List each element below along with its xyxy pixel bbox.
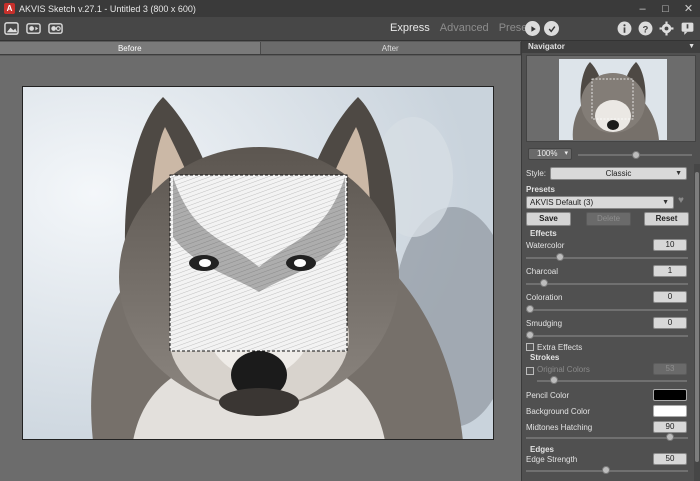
navigator-preview[interactable]	[526, 55, 696, 142]
original-colors-slider[interactable]	[537, 380, 687, 382]
tab-before[interactable]: Before	[0, 42, 261, 54]
watercolor-slider-handle[interactable]	[556, 253, 564, 261]
chevron-down-icon: ▾	[564, 150, 568, 157]
watercolor-label: Watercolor	[526, 241, 565, 250]
view-tabs: Before After	[0, 42, 521, 55]
original-colors-checkbox[interactable]	[526, 367, 534, 375]
app-logo-icon: A	[4, 3, 15, 14]
window-title: AKVIS Sketch v.27.1 - Untitled 3 (800 x …	[19, 3, 196, 14]
watercolor-slider[interactable]	[526, 257, 688, 259]
edge-strength-input[interactable]: 50	[653, 453, 687, 465]
midtones-slider[interactable]	[526, 437, 688, 439]
pencil-color-label: Pencil Color	[526, 391, 570, 400]
tab-after[interactable]: After	[261, 42, 521, 54]
settings-panel: Navigator ▼ 100% ▾ Style: Classic ▼ Pres…	[521, 41, 700, 481]
midtones-label: Midtones Hatching	[526, 423, 593, 432]
close-button[interactable]: ✕	[677, 0, 700, 17]
zoom-value: 100%	[537, 149, 558, 158]
charcoal-slider-handle[interactable]	[540, 279, 548, 287]
smudging-input[interactable]: 0	[653, 317, 687, 329]
save-button[interactable]: Save	[526, 212, 571, 226]
charcoal-label: Charcoal	[526, 267, 559, 276]
pencil-color-swatch[interactable]	[653, 389, 687, 401]
before-after-icon[interactable]	[25, 20, 42, 37]
edge-strength-slider-handle[interactable]	[602, 466, 610, 474]
original-colors-input[interactable]: 53	[653, 363, 687, 375]
navigator-thumbnail	[559, 59, 667, 140]
preset-value: AKVIS Default (3)	[530, 198, 594, 207]
toolbar: Express Advanced Presets ?	[0, 17, 700, 41]
chevron-down-icon: ▼	[662, 199, 669, 206]
delete-button[interactable]: Delete	[586, 212, 631, 226]
original-colors-slider-handle[interactable]	[550, 376, 558, 384]
background-color-label: Background Color	[526, 407, 591, 416]
midtones-input[interactable]: 90	[653, 421, 687, 433]
style-value: Classic	[605, 169, 632, 178]
help-icon[interactable]: ?	[638, 21, 653, 36]
run-button[interactable]	[525, 21, 540, 36]
coloration-label: Coloration	[526, 293, 563, 302]
presets-label: Presets	[526, 185, 555, 194]
extra-effects-checkbox[interactable]	[526, 343, 534, 351]
charcoal-slider[interactable]	[526, 283, 688, 285]
apply-button[interactable]	[544, 21, 559, 36]
chevron-down-icon: ▼	[675, 170, 682, 177]
title-bar: A AKVIS Sketch v.27.1 - Untitled 3 (800 …	[0, 0, 700, 17]
window-controls: – □ ✕	[631, 0, 700, 17]
svg-text:?: ?	[643, 24, 649, 35]
minimize-button[interactable]: –	[631, 0, 654, 17]
tab-express[interactable]: Express	[390, 22, 430, 34]
smudging-label: Smudging	[526, 319, 563, 328]
preset-select[interactable]: AKVIS Default (3) ▼	[526, 196, 674, 209]
smudging-slider-handle[interactable]	[526, 331, 534, 339]
heart-icon[interactable]: ♥	[678, 195, 684, 206]
scrollbar-thumb[interactable]	[695, 172, 699, 462]
midtones-slider-handle[interactable]	[666, 433, 674, 441]
zoom-slider-handle[interactable]	[632, 151, 640, 159]
gear-icon[interactable]	[659, 21, 674, 36]
coloration-slider[interactable]	[526, 309, 688, 311]
strokes-label: Strokes	[530, 353, 560, 362]
effects-label: Effects	[530, 229, 557, 238]
maximize-button[interactable]: □	[654, 0, 677, 17]
style-label: Style:	[526, 169, 547, 178]
open-image-icon[interactable]	[3, 20, 20, 37]
navigator-title: Navigator	[528, 42, 565, 51]
edges-label: Edges	[530, 445, 555, 454]
edge-strength-label: Edge Strength	[526, 455, 578, 464]
notification-icon[interactable]	[680, 21, 695, 36]
reset-button[interactable]: Reset	[644, 212, 689, 226]
style-select[interactable]: Classic ▼	[550, 167, 687, 180]
coloration-slider-handle[interactable]	[526, 305, 534, 313]
smudging-slider[interactable]	[526, 335, 688, 337]
original-colors-label: Original Colors	[537, 365, 590, 374]
charcoal-input[interactable]: 1	[653, 265, 687, 277]
checkmark-icon	[548, 25, 555, 33]
wolf-image	[22, 86, 494, 440]
navigator-header: Navigator ▼	[522, 41, 700, 53]
tab-advanced[interactable]: Advanced	[440, 22, 489, 34]
play-icon	[530, 25, 536, 32]
coloration-input[interactable]: 0	[653, 291, 687, 303]
wolf-photo	[23, 87, 493, 439]
watercolor-input[interactable]: 10	[653, 239, 687, 251]
chevron-down-icon[interactable]: ▼	[688, 41, 695, 53]
settings-group-icon[interactable]	[47, 20, 64, 37]
settings-scroll-area: Style: Classic ▼ Presets AKVIS Default (…	[522, 164, 693, 481]
zoom-select[interactable]: 100% ▾	[528, 148, 572, 160]
extra-effects-label: Extra Effects	[537, 343, 583, 352]
image-canvas[interactable]	[0, 56, 521, 481]
zoom-row: 100% ▾	[526, 148, 696, 162]
settings-scrollbar[interactable]	[694, 164, 700, 481]
info-icon[interactable]	[617, 21, 632, 36]
background-color-swatch[interactable]	[653, 405, 687, 417]
